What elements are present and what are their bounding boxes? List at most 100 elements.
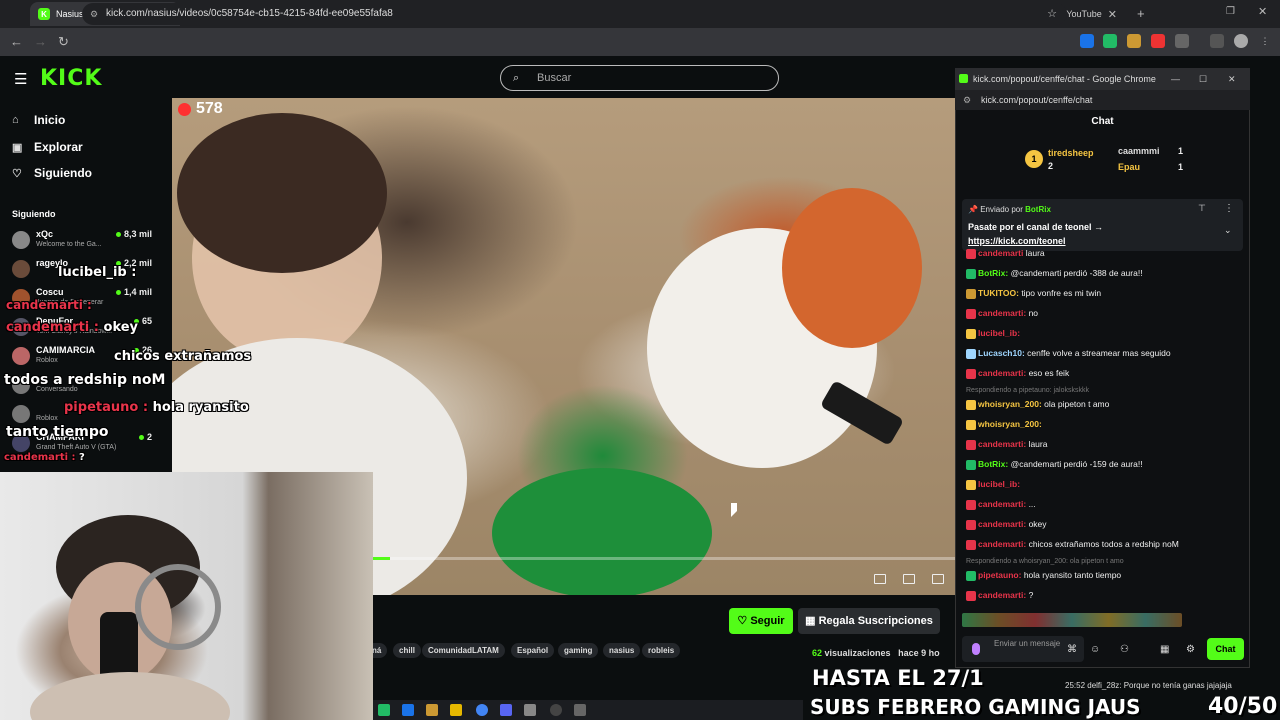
reload-icon[interactable]: ↻ [58, 34, 69, 50]
user-badge-icon [966, 499, 976, 510]
bookmark-star-icon[interactable]: ☆ [1047, 3, 1057, 25]
leader-count: 1 [1178, 162, 1184, 172]
webcam-overlay [0, 472, 373, 720]
chat-send-button[interactable]: Chat [1207, 638, 1244, 660]
chat-message: Lucasch10: cenffe volve a streamear mas … [966, 348, 1246, 359]
pinned-message[interactable]: 📌 Enviado por BotRix Pasate por el canal… [962, 199, 1243, 251]
browser-menu-icon[interactable]: ⋮ [1258, 34, 1272, 48]
maximize-icon[interactable]: ☐ [1199, 68, 1207, 90]
url-field[interactable]: ⚙ kick.com/nasius/videos/0c58754e-cb15-4… [82, 3, 1067, 25]
theater-mode-icon[interactable] [903, 574, 915, 584]
search-icon: ⌕ [513, 72, 520, 84]
overlay-chat-line: candemarti : [6, 298, 92, 312]
chat-username[interactable]: candemarti: [978, 539, 1026, 549]
chat-text: laura [1025, 248, 1045, 258]
close-icon[interactable]: ✕ [1228, 68, 1236, 90]
settings-gear-icon[interactable]: ⚙ [1186, 644, 1195, 655]
chat-username[interactable]: lucibel_ib: [978, 479, 1020, 489]
taskbar-app-icon[interactable] [426, 704, 438, 716]
pinned-link[interactable]: https://kick.com/teonel [968, 236, 1066, 246]
tag-chip[interactable]: Español [511, 643, 555, 658]
user-badge-icon [966, 459, 976, 470]
chat-username[interactable]: Lucasch10: [978, 348, 1025, 358]
extension-icon[interactable] [1103, 34, 1117, 48]
window-close-button[interactable]: ✕ [1258, 5, 1267, 18]
minimize-icon[interactable]: — [1171, 68, 1180, 90]
taskbar-app-icon[interactable] [402, 704, 414, 716]
chat-username[interactable]: candemarti: [978, 519, 1026, 529]
kick-favicon-icon [959, 74, 968, 83]
chat-username[interactable]: TUKITOO: [978, 288, 1019, 298]
chat-username[interactable]: candemarti: [978, 368, 1026, 378]
profile-avatar[interactable] [1234, 34, 1248, 48]
leader-name[interactable]: caammmi [1118, 146, 1160, 156]
menu-lines-icon[interactable] [1210, 34, 1224, 48]
new-tab-button[interactable]: + [1137, 6, 1145, 21]
extension-icon[interactable] [1151, 34, 1165, 48]
tag-chip[interactable]: robleis [642, 643, 681, 658]
chat-username[interactable]: BotRix: [978, 268, 1008, 278]
chat-username[interactable]: pipetauno: [978, 570, 1021, 580]
emote-bar[interactable] [962, 613, 1182, 627]
nav-home[interactable]: ⌂ Inicio [12, 113, 65, 127]
tab-close-icon[interactable]: ✕ [1108, 8, 1117, 21]
leader-name[interactable]: Epau [1118, 162, 1140, 172]
back-icon[interactable]: ← [10, 34, 23, 49]
chat-text: okey [1028, 519, 1047, 529]
mouse-cursor [731, 503, 737, 517]
taskbar-app-icon[interactable] [550, 704, 562, 716]
extension-icon[interactable] [1127, 34, 1141, 48]
chat-username[interactable]: candemarti: [978, 308, 1026, 318]
chat-username[interactable]: lucibel_ib: [978, 328, 1020, 338]
tag-chip[interactable]: chill [393, 643, 422, 658]
taskbar-app-icon[interactable] [378, 704, 390, 716]
nav-explore[interactable]: ▣ Explorar [12, 140, 83, 154]
chat-username[interactable]: BotRix: [978, 459, 1008, 469]
chrome-icon[interactable] [476, 704, 488, 716]
chat-username[interactable]: whoisryan_200: [978, 419, 1042, 429]
chat-input[interactable]: Enviar un mensaje [962, 636, 1084, 662]
chevron-down-icon[interactable]: ⌄ [1224, 225, 1232, 236]
gift-subs-button[interactable]: ▦ Regala Suscripciones [798, 608, 940, 634]
command-icon[interactable]: ⌘ [1067, 644, 1077, 655]
microphone-icon[interactable] [972, 643, 980, 655]
nav-following[interactable]: ♡ Siguiendo [12, 166, 92, 180]
taskbar-app-icon[interactable] [524, 704, 536, 716]
webcam-frame [30, 515, 230, 720]
tag-chip[interactable]: nasius [603, 643, 641, 658]
video-progress-bar[interactable] [373, 557, 955, 560]
pin-icon[interactable]: ⊤ [1198, 203, 1206, 214]
folder-icon[interactable] [450, 704, 462, 716]
user-badge-icon [966, 248, 976, 259]
following-channel[interactable]: xQc Welcome to the Ga... 8,3 mil [12, 229, 162, 257]
discord-icon[interactable] [500, 704, 512, 716]
fullscreen-icon[interactable] [932, 574, 944, 584]
popout-url-bar[interactable]: ⚙ kick.com/popout/cenffe/chat [955, 90, 1250, 110]
site-info-icon[interactable]: ⚙ [90, 3, 98, 25]
tag-chip[interactable]: gaming [558, 643, 599, 658]
extension-icon[interactable] [1080, 34, 1094, 48]
users-icon[interactable]: ⚇ [1120, 644, 1129, 655]
extensions-puzzle-icon[interactable] [1175, 34, 1189, 48]
search-input[interactable]: ⌕ Buscar [500, 65, 779, 91]
avatar [12, 231, 30, 249]
forward-icon[interactable]: → [34, 34, 47, 49]
window-maximize-button[interactable]: ❐ [1226, 6, 1235, 17]
gift-icon[interactable]: ▦ [1160, 644, 1169, 655]
chat-username[interactable]: candemarti: [978, 499, 1026, 509]
chat-message: candemarti: no [966, 308, 1246, 319]
tag-chip[interactable]: ComunidadLATAM [422, 643, 505, 658]
hamburger-menu-icon[interactable]: ☰ [14, 70, 27, 88]
chat-username[interactable]: candemarti: [978, 590, 1026, 600]
leader-name[interactable]: tiredsheep [1048, 148, 1094, 158]
chat-username[interactable]: whoisryan_200: [978, 399, 1042, 409]
site-info-icon[interactable]: ⚙ [963, 90, 971, 110]
follow-button[interactable]: ♡ Seguir [729, 608, 793, 634]
chat-username[interactable]: candemarti [978, 248, 1023, 258]
settings-gear-icon[interactable] [574, 704, 586, 716]
more-options-icon[interactable]: ⋮ [1224, 203, 1234, 214]
emoji-icon[interactable]: ☺ [1090, 644, 1100, 655]
chat-username[interactable]: candemarti: [978, 439, 1026, 449]
kick-logo[interactable]: KICK [40, 66, 102, 91]
pip-icon[interactable] [874, 574, 886, 584]
